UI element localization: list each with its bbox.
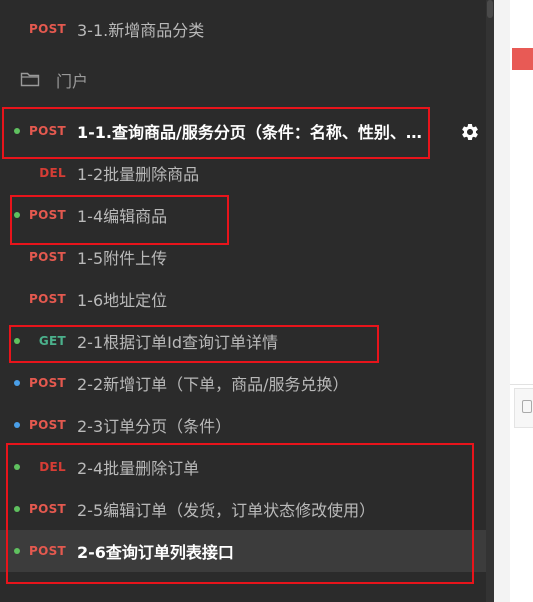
method-badge: POST xyxy=(28,292,66,306)
api-item-1-5[interactable]: POST 1-5附件上传 xyxy=(0,236,486,278)
method-badge: POST xyxy=(28,502,66,516)
api-item-1-1[interactable]: POST 1-1.查询商品/服务分页（条件：名称、性别、状态） xyxy=(0,110,486,152)
api-item-label: 2-1根据订单Id查询订单详情 xyxy=(77,333,279,352)
gear-icon[interactable] xyxy=(460,122,480,142)
api-item-label: 2-6查询订单列表接口 xyxy=(77,543,234,562)
api-item-1-4[interactable]: POST 1-4编辑商品 xyxy=(0,194,486,236)
api-item-label: 2-4批量删除订单 xyxy=(77,459,200,478)
api-item-1-2[interactable]: DEL 1-2批量删除商品 xyxy=(0,152,486,194)
method-badge: POST xyxy=(28,418,66,432)
method-badge: DEL xyxy=(39,460,66,474)
method-badge: POST xyxy=(28,544,66,558)
api-sidebar: POST 3-1.新增商品分类 门户 POST 1-1.查询商品/服务分页（条件… xyxy=(0,0,486,602)
document-button[interactable] xyxy=(514,388,533,428)
api-item-label: 1-1.查询商品/服务分页（条件：名称、性别、状态） xyxy=(77,123,422,142)
api-item-2-6[interactable]: POST 2-6查询订单列表接口 xyxy=(0,530,486,572)
method-badge: POST xyxy=(28,250,66,264)
divider xyxy=(510,384,533,385)
folder-icon xyxy=(20,72,40,87)
api-item-2-2[interactable]: POST 2-2新增订单（下单，商品/服务兑换） xyxy=(0,362,486,404)
scrollbar-track[interactable] xyxy=(486,0,494,602)
api-item-label: 2-2新增订单（下单，商品/服务兑换） xyxy=(77,375,349,394)
api-item-label: 1-6地址定位 xyxy=(77,291,168,310)
api-item-label: 1-4编辑商品 xyxy=(77,207,168,226)
document-icon xyxy=(522,400,532,413)
api-item-1-6[interactable]: POST 1-6地址定位 xyxy=(0,278,486,320)
folder-portal[interactable]: 门户 xyxy=(0,59,486,101)
right-pane-gutter xyxy=(494,0,510,602)
method-badge: POST xyxy=(28,124,66,138)
folder-label: 门户 xyxy=(56,72,89,91)
api-item-label: 2-5编辑订单（发货，订单状态修改使用） xyxy=(77,501,376,520)
api-item-label: 1-5附件上传 xyxy=(77,249,168,268)
api-item-2-5[interactable]: POST 2-5编辑订单（发货，订单状态修改使用） xyxy=(0,488,486,530)
api-item-2-4[interactable]: DEL 2-4批量删除订单 xyxy=(0,446,486,488)
api-item-label: 3-1.新增商品分类 xyxy=(77,21,205,40)
scrollbar-thumb[interactable] xyxy=(487,0,493,18)
method-badge: GET xyxy=(38,334,66,348)
method-badge: POST xyxy=(28,376,66,390)
method-badge: POST xyxy=(28,208,66,222)
api-item-3-1[interactable]: POST 3-1.新增商品分类 xyxy=(0,8,486,50)
red-marker xyxy=(512,48,533,70)
method-badge: POST xyxy=(28,22,66,36)
api-item-2-1[interactable]: GET 2-1根据订单Id查询订单详情 xyxy=(0,320,486,362)
api-item-label: 1-2批量删除商品 xyxy=(77,165,200,184)
api-item-2-3[interactable]: POST 2-3订单分页（条件） xyxy=(0,404,486,446)
method-badge: DEL xyxy=(39,166,66,180)
api-item-label: 2-3订单分页（条件） xyxy=(77,417,232,436)
